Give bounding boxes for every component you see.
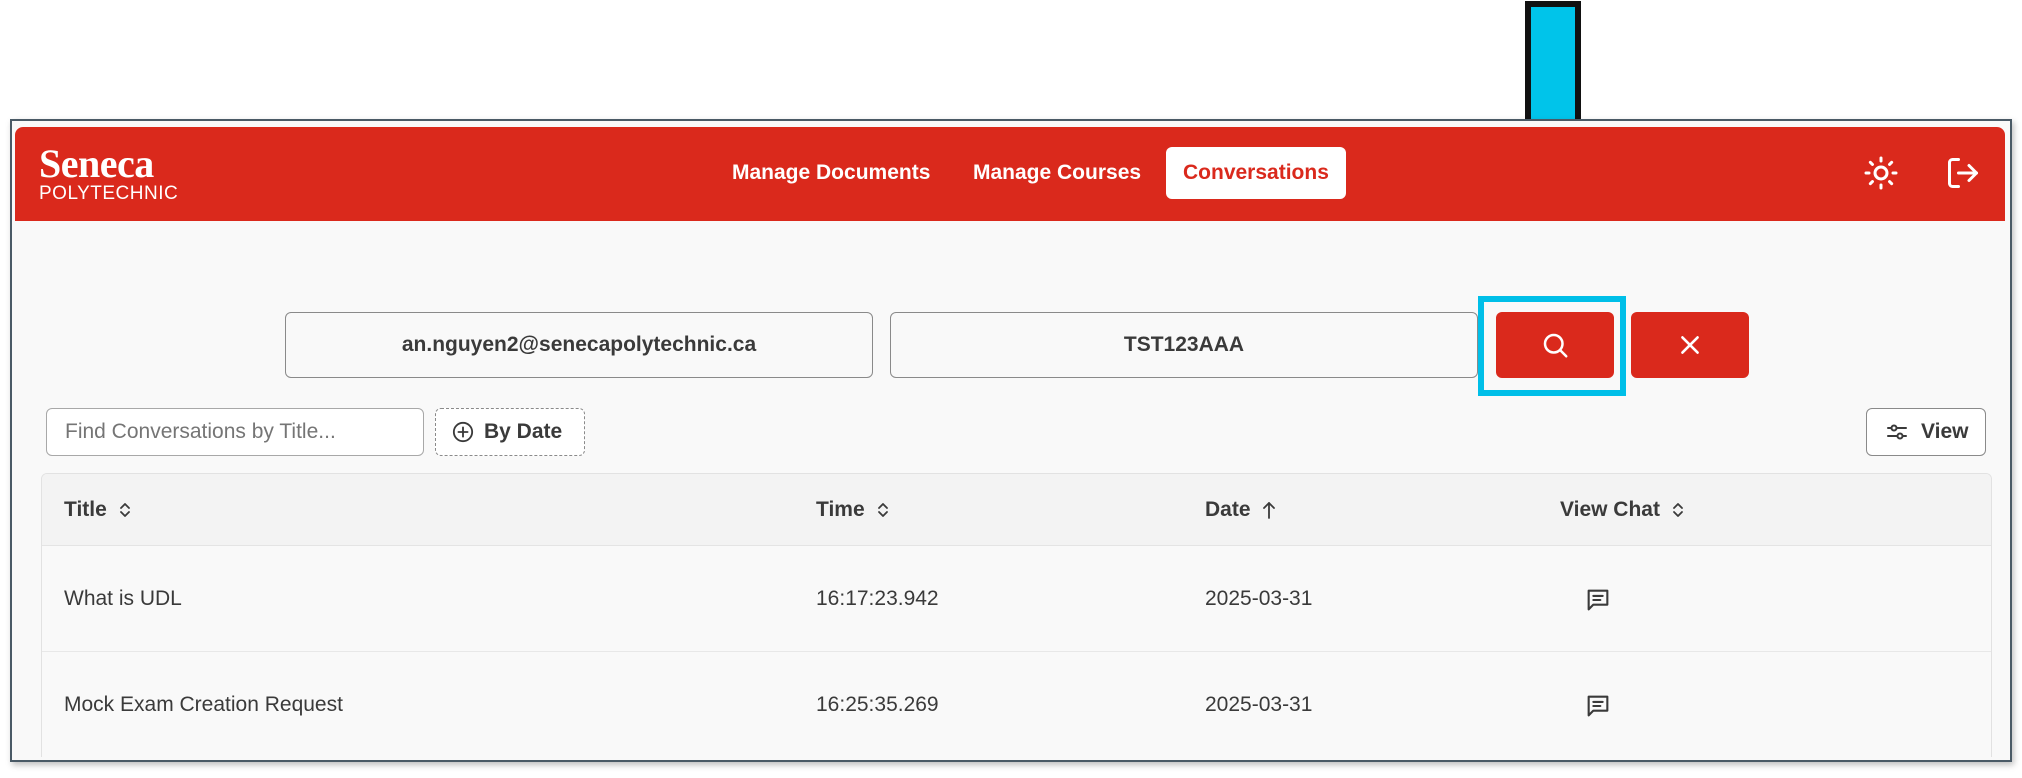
- by-date-label: By Date: [484, 420, 563, 443]
- cell-title: What is UDL: [64, 587, 182, 610]
- sort-icon: [119, 503, 130, 517]
- table-row[interactable]: Mock Exam Creation Request 16:25:35.269 …: [42, 652, 1991, 757]
- nav-manage-courses[interactable]: Manage Courses: [956, 147, 1158, 199]
- view-label: View: [1921, 420, 1969, 443]
- cell-time: 16:25:35.269: [816, 693, 939, 716]
- logo-subtitle: POLYTECHNIC: [39, 183, 179, 204]
- nav-conversations[interactable]: Conversations: [1166, 147, 1346, 199]
- email-field[interactable]: an.nguyen2@senecapolytechnic.ca: [285, 312, 873, 378]
- table-row[interactable]: What is UDL 16:17:23.942 2025-03-31: [42, 546, 1991, 652]
- column-label: Date: [1205, 498, 1251, 521]
- sort-icon: [877, 503, 888, 517]
- table-header: Title Time Date View Chat: [42, 474, 1991, 546]
- column-header-time[interactable]: Time: [816, 474, 891, 546]
- sort-ascending-icon: [1262, 502, 1275, 519]
- cell-title: Mock Exam Creation Request: [64, 693, 343, 716]
- by-date-filter-button[interactable]: By Date: [435, 408, 585, 456]
- top-navbar: Seneca POLYTECHNIC Manage Documents Mana…: [15, 127, 2005, 221]
- logout-icon[interactable]: [1945, 155, 1981, 191]
- plus-circle-icon: [452, 421, 474, 443]
- column-label: View Chat: [1560, 498, 1660, 521]
- screenshot-frame: Seneca POLYTECHNIC Manage Documents Mana…: [10, 119, 2012, 762]
- annotation-highlight-box: [1478, 296, 1626, 396]
- message-icon[interactable]: [1584, 586, 1612, 614]
- seneca-logo[interactable]: Seneca POLYTECHNIC: [39, 141, 179, 205]
- app-window: Seneca POLYTECHNIC Manage Documents Mana…: [15, 127, 2005, 757]
- message-icon[interactable]: [1584, 692, 1612, 720]
- clear-button[interactable]: [1631, 312, 1749, 378]
- cell-time: 16:17:23.942: [816, 587, 939, 610]
- theme-sun-icon[interactable]: [1863, 155, 1899, 191]
- cell-date: 2025-03-31: [1205, 587, 1313, 610]
- close-icon: [1681, 336, 1699, 354]
- column-label: Time: [816, 498, 865, 521]
- nav-manage-documents[interactable]: Manage Documents: [715, 147, 947, 199]
- view-options-button[interactable]: View: [1866, 408, 1986, 456]
- course-code-field[interactable]: TST123AAA: [890, 312, 1478, 378]
- column-header-date[interactable]: Date: [1205, 474, 1277, 546]
- logo-wordmark: Seneca: [39, 141, 154, 186]
- column-header-title[interactable]: Title: [64, 474, 133, 546]
- cell-date: 2025-03-31: [1205, 693, 1313, 716]
- sliders-icon: [1887, 424, 1907, 440]
- conversations-table: Title Time Date View Chat What is UDL 16…: [41, 473, 1992, 757]
- sort-icon: [1673, 503, 1683, 517]
- title-search-input[interactable]: [46, 408, 424, 456]
- column-header-view-chat[interactable]: View Chat: [1560, 474, 1686, 546]
- column-label: Title: [64, 498, 107, 521]
